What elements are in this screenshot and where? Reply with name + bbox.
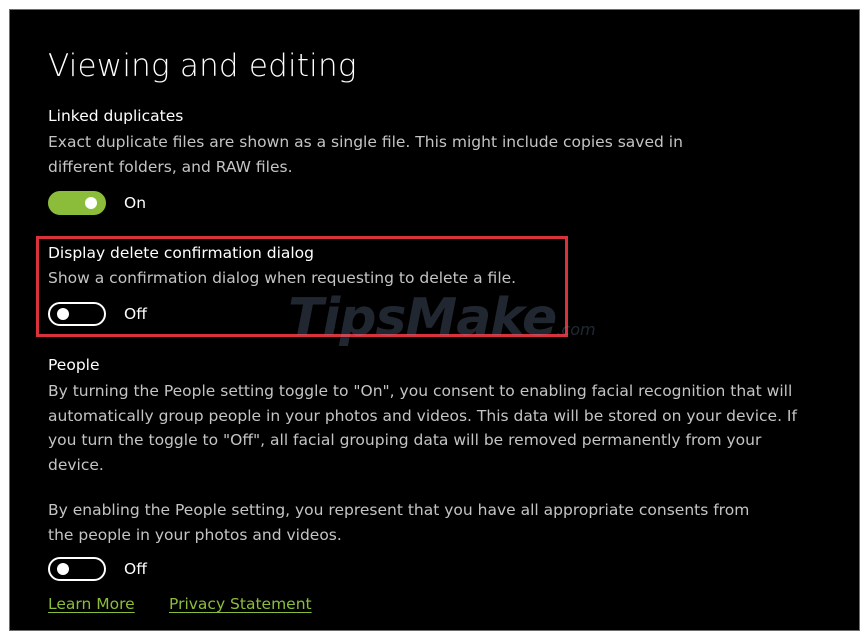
linked-duplicates-label: Linked duplicates [48, 107, 184, 125]
people-label: People [48, 356, 100, 374]
learn-more-link[interactable]: Learn More [48, 593, 135, 615]
delete-confirmation-label: Display delete confirmation dialog [48, 244, 314, 262]
people-state: Off [124, 560, 147, 578]
linked-duplicates-toggle[interactable] [48, 191, 106, 215]
people-description: By turning the People setting toggle to … [48, 382, 797, 474]
delete-confirmation-state: Off [124, 305, 147, 323]
linked-duplicates-state: On [124, 194, 147, 212]
toggle-knob [57, 563, 69, 575]
people-toggle[interactable] [48, 557, 106, 581]
toggle-knob [85, 197, 97, 209]
people-consent-text: By enabling the People setting, you repr… [48, 501, 750, 544]
delete-confirmation-toggle[interactable] [48, 302, 106, 326]
toggle-knob [57, 308, 69, 320]
delete-confirmation-description: Show a confirmation dialog when requesti… [48, 269, 517, 287]
page-title: Viewing and editing [48, 48, 357, 84]
linked-duplicates-description: Exact duplicate files are shown as a sin… [48, 133, 683, 176]
settings-panel: Viewing and editing Linked duplicates Ex… [9, 9, 860, 631]
privacy-statement-link[interactable]: Privacy Statement [169, 593, 312, 615]
